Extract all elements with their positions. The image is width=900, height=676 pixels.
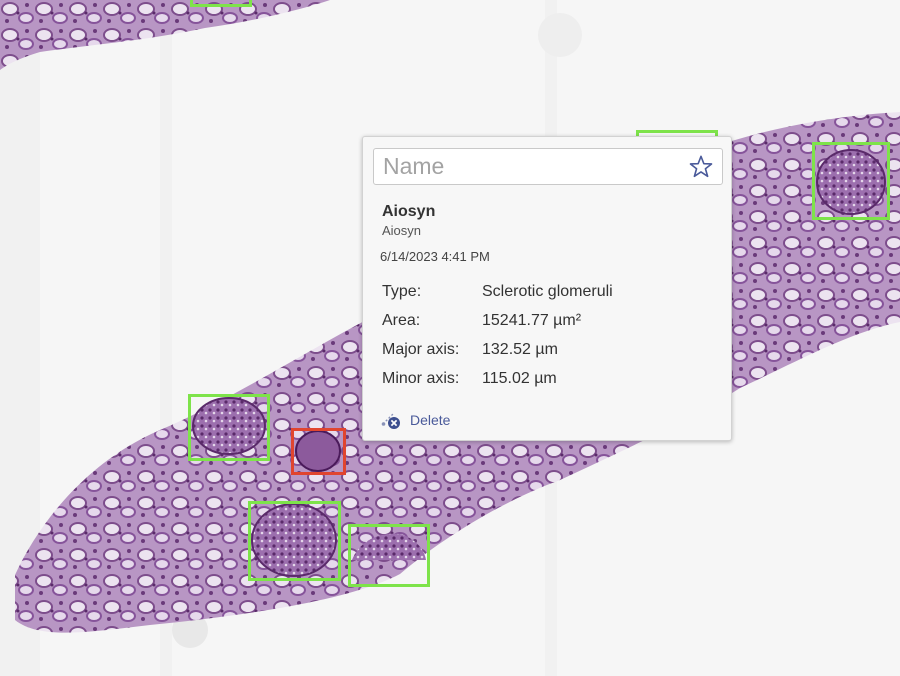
author-name: Aiosyn	[382, 203, 436, 220]
glomerulus-annotation[interactable]	[348, 524, 430, 587]
property-value: 15241.77 µm²	[482, 312, 582, 329]
glomerulus-annotation[interactable]	[812, 142, 890, 220]
delete-button[interactable]: Delete	[381, 409, 450, 431]
property-label: Minor axis:	[382, 370, 460, 387]
delete-icon	[381, 412, 400, 429]
sclerotic-glomerulus-annotation[interactable]	[291, 428, 346, 475]
annotation-timestamp: 6/14/2023 4:41 PM	[380, 249, 490, 264]
property-value: Sclerotic glomeruli	[482, 283, 613, 300]
property-row-major-axis: Major axis: 132.52 µm	[382, 341, 712, 370]
annotation-popup: Aiosyn Aiosyn 6/14/2023 4:41 PM Type: Sc…	[362, 136, 732, 441]
property-row-area: Area: 15241.77 µm²	[382, 312, 712, 341]
author-organization: Aiosyn	[382, 223, 422, 238]
name-field-container	[373, 148, 723, 185]
property-label: Area:	[382, 312, 421, 329]
annotation-properties: Type: Sclerotic glomeruli Area: 15241.77…	[382, 283, 712, 399]
property-row-minor-axis: Minor axis: 115.02 µm	[382, 370, 712, 399]
star-icon[interactable]	[688, 154, 714, 180]
property-value: 115.02 µm	[482, 370, 557, 387]
glomerulus-annotation[interactable]	[248, 501, 341, 581]
glomerulus-annotation[interactable]	[188, 394, 270, 461]
property-value: 132.52 µm	[482, 341, 558, 358]
property-row-type: Type: Sclerotic glomeruli	[382, 283, 712, 312]
delete-label: Delete	[410, 412, 451, 428]
glomerulus-annotation[interactable]	[190, 0, 252, 7]
property-label: Type:	[382, 283, 422, 300]
annotation-name-input[interactable]	[374, 149, 683, 184]
property-label: Major axis:	[382, 341, 460, 358]
